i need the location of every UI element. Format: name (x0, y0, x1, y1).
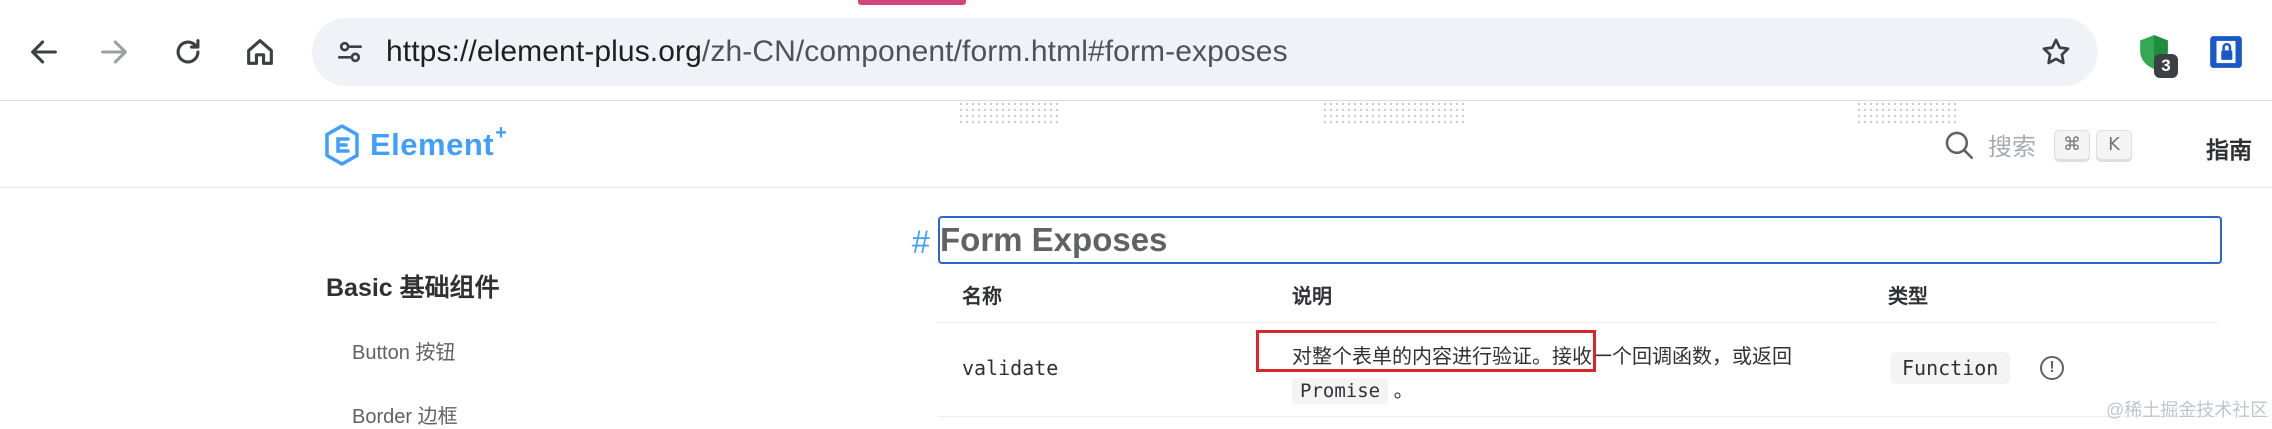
home-icon (247, 39, 273, 65)
active-tab-indicator (858, 0, 966, 5)
element-plus-logo[interactable]: Element + (322, 121, 507, 167)
kbd-command: ⌘ (2054, 129, 2090, 160)
star-icon (2042, 38, 2070, 65)
watermark: @稀土掘金技术社区 (2106, 400, 2269, 420)
lock-extension-icon (2210, 36, 2242, 68)
column-header-name: 名称 (962, 286, 1002, 308)
tune-icon (338, 41, 362, 63)
url-path: /zh-CN/component/form.html#form-exposes (701, 35, 1288, 68)
bookmark-button[interactable] (2036, 32, 2076, 72)
decorative-dots (1322, 101, 1464, 125)
table-cell-type: Function (1890, 352, 2011, 384)
kbd-k: K (2096, 129, 2132, 160)
search-label: 搜索 (1988, 134, 2036, 161)
arrow-right-icon (101, 40, 127, 64)
heading-anchor-link[interactable]: # (912, 224, 930, 261)
desc-code: Promise (1292, 378, 1389, 404)
reload-icon (176, 39, 200, 64)
home-button[interactable] (230, 22, 290, 82)
nav-link-guide[interactable]: 指南 (2206, 131, 2252, 165)
search-icon (1945, 131, 1974, 159)
arrow-left-icon (31, 40, 57, 64)
site-info-button[interactable] (326, 28, 374, 76)
back-button[interactable] (14, 22, 74, 82)
docs-top-nav: Element + 搜索 ⌘ K 指南 (0, 101, 2272, 188)
desc-text-end: 。 (1393, 380, 1414, 402)
column-header-type: 类型 (1888, 286, 1928, 308)
logo-plus: + (495, 121, 507, 144)
reload-button[interactable] (158, 22, 218, 82)
sidebar-item-border[interactable]: Border 边框 (352, 400, 458, 429)
section-heading: Form Exposes (940, 221, 1168, 258)
annotation-highlight-box (1256, 330, 1596, 372)
sidebar-item-button[interactable]: Button 按钮 (352, 336, 455, 365)
decorative-dots (958, 101, 1058, 125)
search-button[interactable]: 搜索 ⌘ K (1942, 127, 2138, 162)
sidebar-group-title: Basic 基础组件 (326, 274, 500, 302)
extension-shield-button[interactable]: 3 (2128, 26, 2180, 78)
logo-text: Element (370, 127, 495, 162)
url-host: https://element-plus.org (386, 35, 702, 68)
extension-lock-button[interactable] (2200, 26, 2252, 78)
table-row-divider (938, 416, 2218, 417)
extension-badge: 3 (2154, 54, 2178, 78)
address-bar[interactable]: https://element-plus.org/zh-CN/component… (312, 18, 2098, 86)
url-text[interactable]: https://element-plus.org/zh-CN/component… (386, 34, 1288, 70)
info-icon[interactable]: ! (2040, 356, 2064, 380)
column-header-desc: 说明 (1292, 286, 1332, 308)
forward-button[interactable] (84, 22, 144, 82)
table-cell-name: validate (962, 356, 1059, 380)
table-header-divider (938, 322, 2218, 323)
element-logo-icon (325, 124, 359, 166)
browser-toolbar: https://element-plus.org/zh-CN/component… (0, 0, 2272, 101)
decorative-dots (1856, 101, 1956, 125)
